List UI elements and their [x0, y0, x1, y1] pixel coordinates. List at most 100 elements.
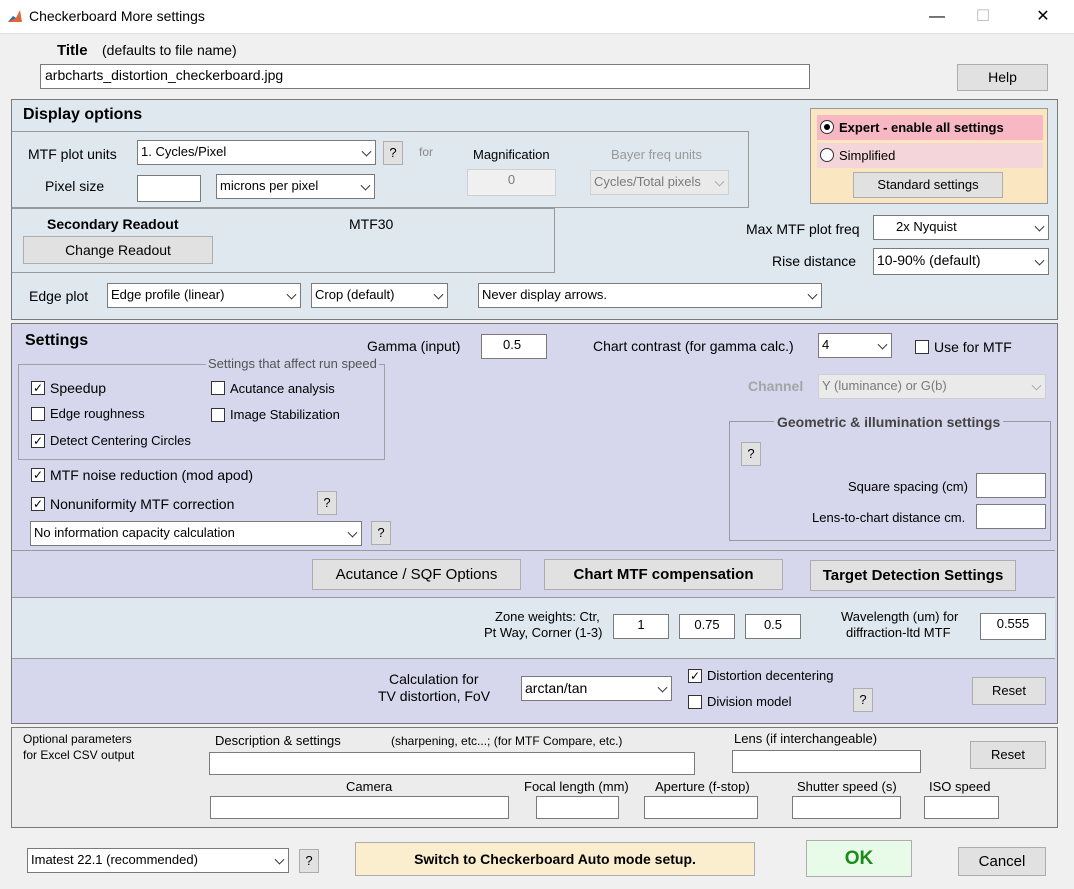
window-title: Checkerboard More settings	[29, 8, 205, 24]
edge-roughness-label: Edge roughness	[50, 406, 145, 421]
channel-select[interactable]: Y (luminance) or G(b)	[818, 374, 1046, 399]
speedup-checkbox[interactable]: ✓	[31, 381, 45, 395]
camera-input[interactable]	[210, 796, 509, 819]
close-button[interactable]: ✕	[1020, 0, 1066, 33]
wavelength-input[interactable]: 0.555	[980, 613, 1046, 640]
pixel-size-input[interactable]	[137, 175, 201, 202]
mtf-units-value: 1. Cycles/Pixel	[141, 144, 227, 159]
rise-distance-select[interactable]: 10-90% (default)	[873, 248, 1049, 275]
mtf-units-select[interactable]: 1. Cycles/Pixel	[137, 140, 376, 165]
noise-reduction-label: MTF noise reduction (mod apod)	[50, 467, 254, 483]
description-label: Description & settings	[215, 733, 341, 748]
centering-label: Detect Centering Circles	[50, 433, 191, 448]
zone-ptway-input[interactable]: 0.75	[679, 614, 735, 639]
expert-option[interactable]: Expert - enable all settings	[817, 115, 1043, 140]
calculation-label-2: TV distortion, FoV	[378, 688, 491, 704]
geometric-title: Geometric & illumination settings	[774, 414, 1004, 430]
nonuniformity-checkbox[interactable]: ✓	[31, 497, 45, 511]
shutter-input[interactable]	[792, 796, 901, 819]
title-hint: (defaults to file name)	[102, 42, 237, 58]
expert-radio[interactable]	[820, 120, 834, 134]
decentering-checkbox[interactable]: ✓	[688, 669, 702, 683]
standard-settings-button[interactable]: Standard settings	[853, 172, 1003, 198]
optional-reset-button[interactable]: Reset	[970, 741, 1046, 769]
maximize-button[interactable]: ☐	[960, 0, 1006, 33]
edge-plot-label: Edge plot	[29, 288, 89, 304]
square-spacing-input[interactable]	[976, 473, 1046, 498]
optional-label-2: for Excel CSV output	[23, 748, 135, 762]
chart-contrast-label: Chart contrast (for gamma calc.)	[593, 338, 794, 354]
arrows-select[interactable]: Never display arrows.	[478, 283, 822, 308]
minimize-button[interactable]: —	[914, 0, 960, 33]
run-speed-title: Settings that affect run speed	[206, 356, 379, 371]
help-button[interactable]: Help	[957, 64, 1048, 91]
crop-select[interactable]: Crop (default)	[311, 283, 448, 308]
acutance-checkbox[interactable]	[211, 381, 225, 395]
geometric-help-button[interactable]: ?	[741, 442, 761, 466]
title-input[interactable]: arbcharts_distortion_checkerboard.jpg	[40, 64, 810, 89]
speedup-label: Speedup	[50, 380, 107, 396]
pixel-unit-select[interactable]: microns per pixel	[216, 174, 375, 199]
pixel-size-label: Pixel size	[45, 178, 105, 194]
zone-center-input[interactable]: 1	[613, 614, 669, 639]
use-for-mtf-label: Use for MTF	[934, 339, 1012, 355]
secondary-readout-value: MTF30	[349, 216, 394, 232]
division-model-checkbox[interactable]	[688, 695, 702, 709]
bayer-units-select[interactable]: Cycles/Total pixels	[590, 170, 729, 195]
noise-reduction-checkbox[interactable]: ✓	[31, 468, 45, 482]
info-capacity-value: No information capacity calculation	[34, 525, 235, 540]
arrows-value: Never display arrows.	[482, 287, 607, 302]
for-label: for	[419, 145, 434, 159]
info-capacity-select[interactable]: No information capacity calculation	[30, 521, 362, 546]
chevron-down-icon	[1034, 255, 1045, 266]
edge-profile-select[interactable]: Edge profile (linear)	[107, 283, 301, 308]
rise-distance-label: Rise distance	[772, 253, 857, 269]
centering-checkbox[interactable]: ✓	[31, 434, 45, 448]
change-readout-button[interactable]: Change Readout	[23, 236, 213, 264]
calculation-label-1: Calculation for	[389, 671, 479, 687]
version-help-button[interactable]: ?	[299, 849, 319, 873]
info-capacity-help-button[interactable]: ?	[371, 521, 391, 545]
aperture-input[interactable]	[644, 796, 758, 819]
switch-auto-mode-button[interactable]: Switch to Checkerboard Auto mode setup.	[355, 842, 755, 876]
calculation-help-button[interactable]: ?	[853, 688, 873, 712]
cancel-button[interactable]: Cancel	[958, 847, 1046, 876]
magnification-input[interactable]: 0	[467, 169, 556, 196]
chart-mtf-button[interactable]: Chart MTF compensation	[544, 559, 783, 590]
iso-input[interactable]	[924, 796, 999, 819]
ok-button[interactable]: OK	[806, 840, 912, 877]
secondary-readout-label: Secondary Readout	[47, 216, 179, 232]
zone-corner-input[interactable]: 0.5	[745, 614, 801, 639]
decentering-label: Distortion decentering	[707, 668, 834, 683]
gamma-input[interactable]: 0.5	[481, 334, 547, 359]
nonuniformity-help-button[interactable]: ?	[317, 491, 337, 515]
simplified-label: Simplified	[839, 148, 896, 163]
chevron-down-icon	[360, 180, 371, 191]
gamma-label: Gamma (input)	[367, 338, 461, 354]
lens-input[interactable]	[732, 750, 921, 773]
simplified-option[interactable]: Simplified	[817, 143, 1043, 168]
version-select[interactable]: Imatest 22.1 (recommended)	[27, 848, 289, 873]
mtf-units-help-button[interactable]: ?	[383, 141, 403, 165]
simplified-radio[interactable]	[820, 148, 834, 162]
lens-distance-input[interactable]	[976, 504, 1046, 529]
settings-reset-button[interactable]: Reset	[972, 677, 1046, 705]
max-mtf-select[interactable]: 2x Nyquist	[873, 215, 1049, 240]
bayer-label: Bayer freq units	[611, 147, 703, 162]
edge-roughness-checkbox[interactable]	[31, 407, 45, 421]
nonuniformity-label: Nonuniformity MTF correction	[50, 496, 235, 512]
crop-value: Crop (default)	[315, 287, 395, 302]
stabilization-checkbox[interactable]	[211, 408, 225, 422]
chart-contrast-select[interactable]: 4	[818, 333, 892, 358]
chevron-down-icon	[657, 682, 668, 693]
calculation-select[interactable]: arctan/tan	[521, 676, 672, 701]
chevron-down-icon	[1031, 380, 1042, 391]
target-detection-button[interactable]: Target Detection Settings	[810, 560, 1016, 591]
acutance-sqf-button[interactable]: Acutance / SQF Options	[312, 559, 521, 590]
division-model-label: Division model	[707, 694, 792, 709]
chevron-down-icon	[347, 527, 358, 538]
description-input[interactable]	[209, 752, 695, 775]
use-for-mtf-checkbox[interactable]	[915, 340, 929, 354]
stabilization-label: Image Stabilization	[230, 407, 340, 422]
focal-length-input[interactable]	[536, 796, 619, 819]
